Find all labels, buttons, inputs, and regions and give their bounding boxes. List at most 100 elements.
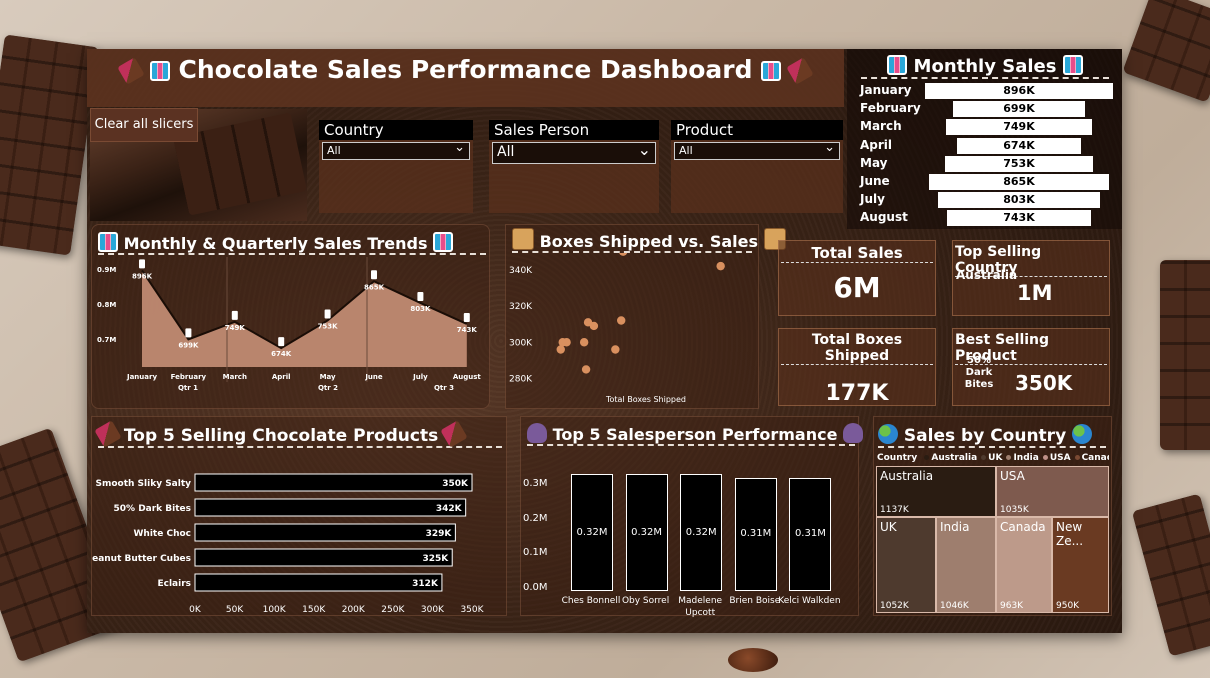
salesperson-value-label: 0.32M [685, 526, 717, 538]
chevron-down-icon: ⌄ [637, 140, 651, 159]
x-tick-label: June [364, 373, 383, 381]
product-value-label: 312K [412, 579, 439, 589]
y-tick-label: 0.1M [523, 547, 548, 559]
slicer-sales-person-label: Sales Person [489, 120, 659, 140]
x-tick-label: 200K [342, 605, 366, 612]
decorative-chocolate-top-right [1122, 0, 1210, 103]
monthly-sales-bar: 749K [946, 119, 1092, 136]
legend-label: Canada [1081, 453, 1109, 463]
legend-swatch [1074, 455, 1080, 460]
product-dropdown[interactable]: All ⌄ [674, 140, 840, 160]
y-tick-label: 300K [509, 338, 533, 348]
kpi-total-sales: Total Sales 6M [778, 240, 936, 316]
monthly-sales-row: March 749K [860, 118, 1120, 136]
legend-swatch [924, 455, 930, 460]
kpi-top-country-name: Australia [956, 268, 1018, 282]
quarter-label: Qtr 2 [318, 384, 338, 392]
x-tick-label: 300K [421, 605, 445, 612]
kpi-total-boxes: Total Boxes Shipped 177K [778, 328, 936, 406]
treemap-cell-value: 1052K [880, 601, 909, 611]
monthly-sales-bar: 674K [956, 137, 1082, 154]
salesperson-value-label: 0.32M [576, 526, 608, 538]
scatter-panel: Boxes Shipped vs. Sales 340K 320K 300K 280K… [505, 224, 786, 409]
bar-chart-icon [1062, 55, 1083, 75]
trend-chart: 0.9M 0.8M 0.7M 896K January 699K February 749K M… [97, 257, 481, 392]
bar-chart-icon [887, 55, 908, 75]
treemap-cell: USA 1035K [996, 466, 1109, 517]
x-tick-label: March [223, 373, 247, 381]
scatter-point [619, 253, 628, 256]
kpi-total-sales-value: 6M [833, 271, 881, 304]
treemap-cell: New Ze... 950K [1052, 517, 1109, 613]
legend-item: India [1006, 453, 1039, 463]
scatter-point [556, 345, 565, 354]
globe-icon [878, 424, 898, 444]
x-tick-label: 150K [302, 605, 326, 612]
salesperson-panel: Top 5 Salesperson Performance 0.3M 0.2M 0.… [520, 416, 864, 618]
x-tick-label: 0K [189, 605, 202, 612]
salesperson-bar: 0.32M [680, 474, 723, 591]
trend-title: Monthly & Quarterly Sales Trends [123, 234, 428, 253]
trend-title-row: Monthly & Quarterly Sales Trends [98, 232, 486, 255]
product-value-label: 342K [436, 504, 463, 514]
monthly-sales-row: February 699K [860, 100, 1120, 118]
scatter-point [581, 365, 591, 374]
product-label: 50% Dark Bites [114, 504, 191, 514]
country-title-row: Sales by Country [878, 424, 1106, 448]
kpi-best-product-name: 50% Dark Bites [964, 355, 994, 390]
country-legend: Country Australia UK India USA Canada [877, 453, 1109, 465]
product-bar [194, 473, 473, 492]
treemap-cell: Canada 963K [996, 517, 1052, 613]
product-value-label: 350K [442, 479, 469, 489]
product-bar [194, 498, 467, 517]
data-point-marker [463, 312, 470, 322]
chevron-down-icon: ⌄ [824, 140, 835, 155]
kpi-best-product-value: 350K [1015, 371, 1073, 395]
treemap-cell-name: Australia [880, 469, 934, 483]
scatter-title: Boxes Shipped vs. Sales [539, 232, 758, 251]
decorative-chocolate-bottom-right [1131, 493, 1210, 657]
x-tick-label: February [171, 373, 207, 381]
country-dropdown-value: All [327, 144, 341, 157]
data-label: 743K [457, 326, 478, 334]
x-tick-label: April [272, 373, 291, 381]
monthly-sales-bar: 803K [938, 192, 1100, 209]
scatter-chart: 340K 320K 300K 280K Total Boxes Shipped [509, 253, 725, 404]
salesperson-chart: 0.3M 0.2M 0.1M 0.0M 0.32M Ches Bonnell 0.32M Ob… [521, 457, 858, 618]
scatter-point [579, 338, 589, 347]
data-label: 749K [225, 324, 246, 332]
x-axis-label: Total Boxes Shipped [605, 395, 686, 404]
legend-item: Canada [1074, 453, 1109, 463]
sales-person-dropdown[interactable]: All ⌄ [492, 140, 656, 164]
monthly-sales-rows: January 896K February 699K March 749K April 674… [860, 82, 1120, 232]
product-bar [194, 548, 453, 567]
product-label: Eclairs [157, 579, 191, 589]
legend-swatch [981, 455, 987, 460]
product-label: Peanut Butter Cubes [92, 554, 191, 564]
quarter-label: Qtr 1 [178, 384, 198, 392]
monthly-sales-title-row: Monthly Sales [861, 55, 1109, 79]
scatter-point [558, 338, 567, 347]
monthly-sales-month: January [860, 83, 912, 97]
product-value-label: 329K [426, 529, 453, 539]
top-products-title: Top 5 Selling Chocolate Products [123, 426, 439, 446]
clear-slicers-button[interactable]: Clear all slicers [90, 108, 198, 142]
legend-item: USA [1042, 453, 1071, 463]
legend-label: India [1013, 453, 1039, 463]
data-point-marker [278, 337, 285, 347]
monthly-sales-month: June [860, 174, 890, 188]
data-point-marker [371, 270, 377, 280]
country-dropdown[interactable]: All ⌄ [322, 140, 470, 160]
monthly-sales-month: April [860, 137, 893, 152]
line-chart-icon [433, 232, 454, 252]
treemap-cell: Australia 1137K [876, 466, 996, 517]
legend-swatch [1042, 455, 1048, 460]
product-bar [194, 573, 443, 592]
treemap-cell-value: 1046K [940, 601, 969, 611]
treemap-cell-name: USA [1000, 469, 1025, 483]
data-label: 803K [410, 305, 431, 313]
treemap-cell-name: India [940, 520, 970, 534]
country-panel: Sales by Country Country Australia UK Indi… [873, 416, 1112, 616]
decorative-chocolate-mid-right [1160, 260, 1210, 450]
salesperson-bar: 0.32M [625, 474, 668, 591]
